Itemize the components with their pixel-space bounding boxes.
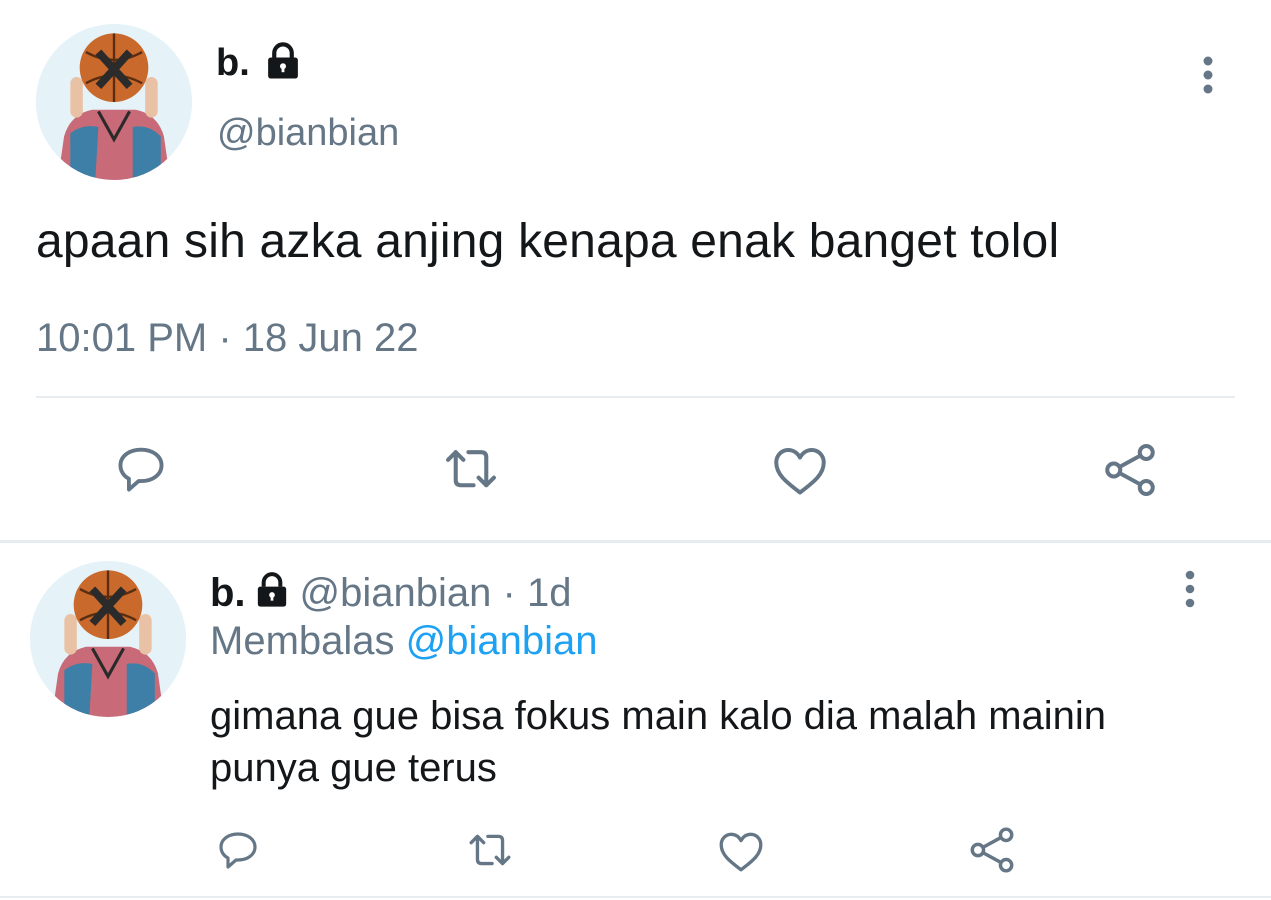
retweet-icon[interactable] — [464, 828, 516, 874]
retweet-icon[interactable] — [440, 442, 502, 498]
share-icon[interactable] — [1100, 440, 1160, 500]
avatar[interactable] — [36, 24, 192, 180]
replying-to-handle[interactable]: @bianbian — [406, 619, 598, 663]
replying-to: Membalas @bianbian — [210, 621, 598, 661]
lock-icon — [262, 40, 304, 82]
display-name[interactable]: b. — [216, 44, 250, 82]
display-name[interactable]: b. — [210, 571, 246, 615]
lock-icon — [252, 570, 292, 617]
tweet-timestamp: 10:01 PM · 18 Jun 22 — [36, 316, 419, 360]
replying-to-label: Membalas — [210, 619, 395, 663]
divider — [36, 396, 1235, 398]
like-icon[interactable] — [716, 828, 766, 874]
reply-icon[interactable] — [214, 826, 262, 874]
reply-header: b. @bianbian · 1d — [210, 570, 571, 617]
like-icon[interactable] — [770, 442, 830, 498]
section-separator — [0, 540, 1271, 543]
user-handle[interactable]: @bianbian — [300, 571, 492, 615]
user-handle[interactable]: @bianbian — [217, 114, 399, 152]
avatar-image — [30, 561, 186, 717]
separator: · — [502, 571, 516, 615]
avatar[interactable] — [30, 561, 186, 717]
avatar-image — [36, 24, 192, 180]
tweet-text: gimana gue bisa fokus main kalo dia mala… — [210, 694, 1107, 790]
tweet-age[interactable]: 1d — [527, 571, 572, 615]
more-icon[interactable] — [1196, 56, 1220, 96]
more-icon[interactable] — [1180, 570, 1200, 608]
share-icon[interactable] — [966, 824, 1018, 876]
tweet-text: apaan sih azka anjing kenapa enak banget… — [36, 215, 1060, 268]
bottom-separator — [0, 896, 1271, 898]
reply-icon[interactable] — [112, 440, 170, 498]
